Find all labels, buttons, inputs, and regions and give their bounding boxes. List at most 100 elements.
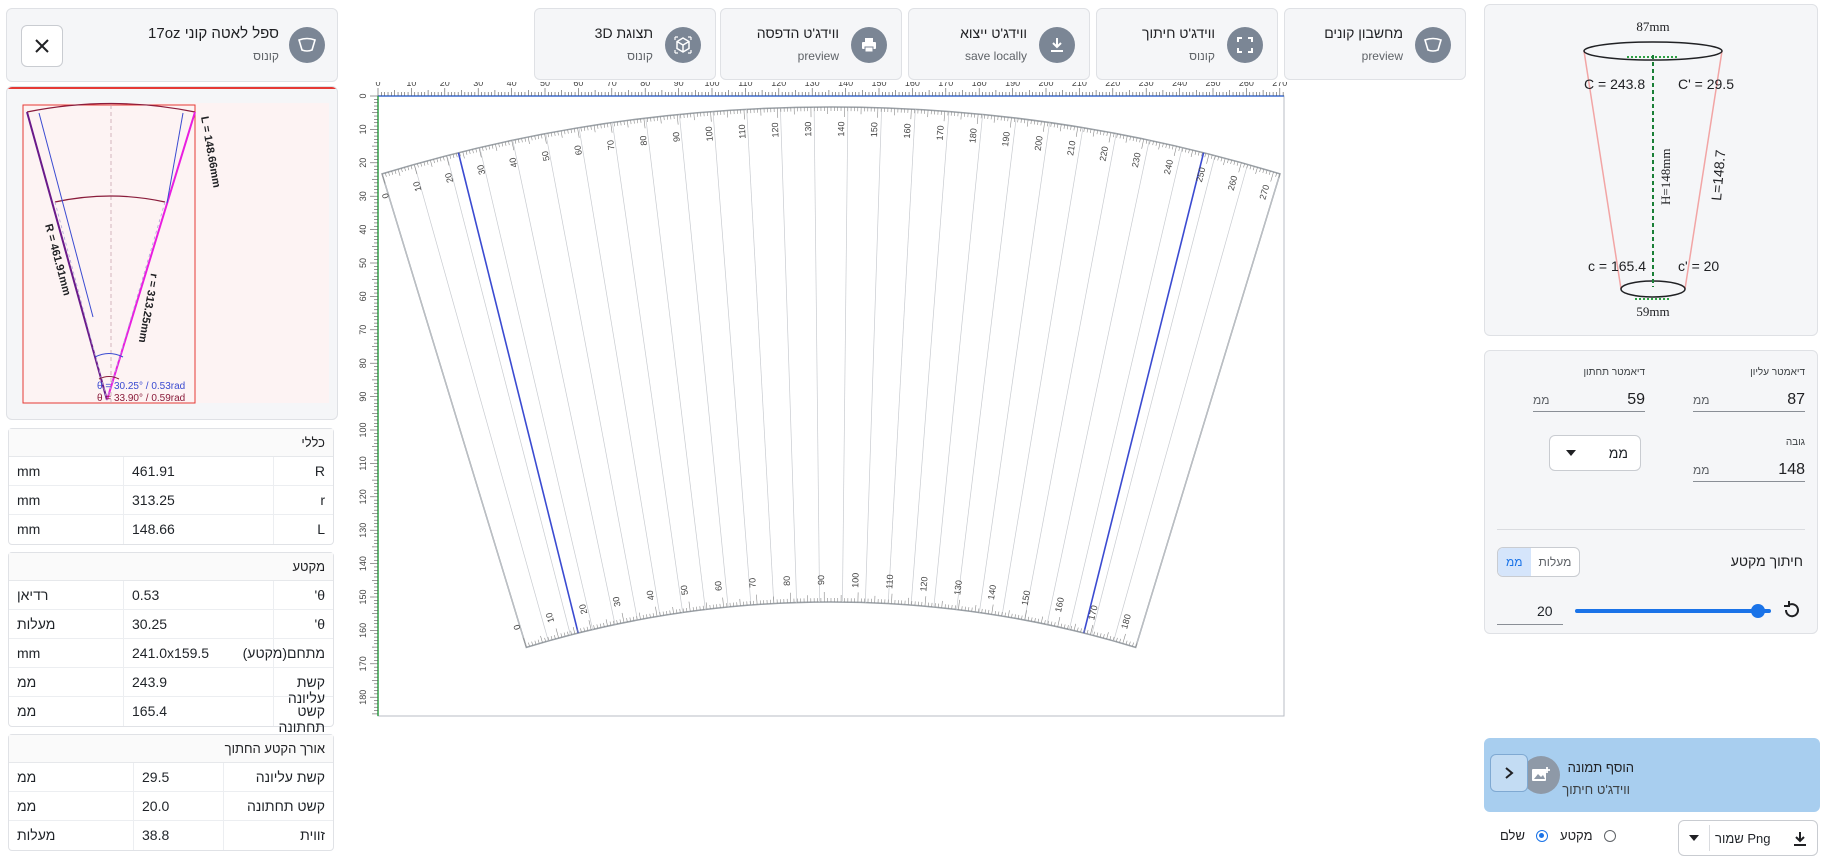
arc-label: 130 — [952, 580, 964, 596]
bottom-diameter-label: דיאמטר תחתון — [1583, 367, 1645, 378]
tab-title: ווידג'ט חיתוך — [1142, 25, 1215, 41]
table-cell-label: R — [273, 457, 333, 485]
main-workspace: מחשבון קונים preview ווידג'ט חיתוך קונוס… — [346, 0, 1472, 865]
tab-print-widget[interactable]: ווידג'ט הדפסה preview — [720, 8, 902, 80]
cone-icon — [1415, 27, 1451, 63]
tab-subtitle: קונוס — [627, 49, 653, 63]
section-table: מקטע θ' 0.53 רדיאן θ' 30.25 מעלות מתחם(מקטע) 24… — [8, 552, 334, 735]
height-field: גובה 148 ממ — [1693, 437, 1805, 482]
table-cell-label: קשת עליונה — [223, 763, 333, 791]
cut-slider-thumb[interactable] — [1751, 604, 1765, 618]
diagram-H: H=148mm — [1658, 149, 1673, 205]
add-image-subtitle: ווידג'ט חיתוך — [1562, 782, 1630, 797]
table-row: r 313.25 mm — [9, 486, 333, 515]
arc-label: 60 — [713, 580, 724, 591]
arc-label: 130 — [803, 122, 813, 137]
ruler-left-label: 180 — [358, 690, 368, 705]
tab-export-widget[interactable]: ווידג'ט ייצוא save locally — [908, 8, 1090, 80]
ruler-top-label: 70 — [607, 82, 617, 88]
tab-title: מחשבון קונים — [1324, 25, 1403, 41]
general-table: כללי R 461.91 mm r 313.25 mm L 148.66 mm — [8, 428, 334, 545]
bottom-diameter-input[interactable]: 59 ממ — [1533, 388, 1645, 412]
table-cell-unit: mm — [17, 463, 41, 479]
tab-title: ווידג'ט ייצוא — [960, 25, 1027, 41]
arc-label: 100 — [704, 126, 715, 142]
close-button[interactable] — [21, 25, 63, 67]
top-diameter-input[interactable]: 87 ממ — [1693, 388, 1805, 412]
table-cell-unit: mm — [17, 645, 41, 661]
save-png-button[interactable]: שמור Png — [1678, 820, 1818, 856]
ruler-top-label: 0 — [375, 82, 380, 88]
table-cell-unit: ממ — [17, 798, 37, 814]
table-row: θ' 0.53 רדיאן — [9, 581, 333, 610]
radio-section-label: מקטע — [1560, 828, 1593, 843]
arc-label: 80 — [638, 135, 649, 146]
tab-title: ווידג'ט הדפסה — [756, 25, 839, 41]
diagram-L: L=148.7 — [1708, 149, 1728, 201]
radio-full[interactable] — [1536, 830, 1548, 842]
cone-icon — [289, 27, 325, 63]
arc-label: 80 — [782, 576, 792, 586]
tab-cut-widget[interactable]: ווידג'ט חיתוך קונוס — [1096, 8, 1278, 80]
table-cell-value: 38.8 — [133, 821, 223, 850]
ruler-top-label: 10 — [406, 82, 416, 88]
table-cell-unit: ממ — [17, 769, 37, 785]
download-icon — [1794, 832, 1806, 846]
chevron-down-icon[interactable] — [1689, 835, 1699, 841]
radio-section[interactable] — [1604, 830, 1616, 842]
diagram-c: c = 165.4 — [1588, 258, 1646, 274]
table-cell-unit: רדיאן — [17, 587, 49, 603]
ruler-top-label: 260 — [1239, 82, 1254, 88]
table-cell-unit: מעלות — [17, 616, 56, 632]
arc-label: 90 — [816, 575, 826, 585]
add-image-title: הוסף תמונה — [1567, 760, 1634, 775]
table-row: זווית 38.8 מעלות — [9, 821, 333, 850]
ruler-left-label: 140 — [358, 556, 368, 571]
divider — [1497, 529, 1805, 530]
ruler-left-label: 80 — [358, 358, 368, 368]
table-cell-value: 313.25 — [123, 486, 273, 514]
cutting-canvas[interactable]: 0 10 20 30 40 50 60 70 80 90 100 110 120 130 140 150 160… — [350, 78, 1470, 842]
table-row: קשת עליונה 243.9 ממ — [9, 668, 333, 706]
tab-subtitle: preview — [797, 49, 839, 63]
ruler-top-label: 230 — [1139, 82, 1154, 88]
ruler-left-label: 0 — [358, 93, 368, 98]
table-cell-value: 243.9 — [123, 668, 273, 696]
cut-table: אורך הקטע החתוך קשת עליונה 29.5 ממ קשט תחתו… — [8, 734, 334, 851]
table-cell-value: 165.4 — [123, 697, 273, 726]
preview-label-theta2: θ = 33.90° / 0.59rad — [97, 393, 185, 404]
right-panel: 87mm 59mm C = 243.8 C' = 29.5 H=148mm L=… — [1484, 0, 1826, 865]
arc-label: 70 — [605, 139, 616, 150]
ruler-top-label: 60 — [573, 82, 583, 88]
arc-label: 180 — [967, 128, 978, 144]
arc-label: 150 — [869, 122, 879, 137]
ruler-top-label: 250 — [1205, 82, 1220, 88]
arc-label: 70 — [747, 578, 758, 589]
chevron-right-icon[interactable] — [1490, 754, 1528, 792]
table-cell-value: 241.0x159.5 — [123, 639, 273, 667]
tab-cone-calculator[interactable]: מחשבון קונים preview — [1284, 8, 1466, 80]
cut-unit-degrees[interactable]: מעלות — [1531, 548, 1580, 576]
cut-slider[interactable] — [1575, 604, 1771, 618]
arc-label: 170 — [935, 125, 946, 141]
ruler-left-label: 70 — [358, 325, 368, 335]
table-cell-unit: mm — [17, 521, 41, 537]
height-label: גובה — [1785, 437, 1805, 448]
cut-value-input[interactable]: 20 — [1497, 599, 1563, 625]
ruler-top-label: 80 — [640, 82, 650, 88]
ruler-top-label: 180 — [972, 82, 987, 88]
cutting-pattern-svg: 0 10 20 30 40 50 60 70 80 90 100 110 120 130 140 150 160… — [350, 78, 1470, 842]
height-input[interactable]: 148 ממ — [1693, 458, 1805, 482]
arc-label: 50 — [679, 584, 690, 595]
diagram-top-diameter: 87mm — [1636, 19, 1669, 34]
table-cell-unit: mm — [17, 492, 41, 508]
arc-label: 120 — [918, 576, 929, 592]
tab-3d-view[interactable]: תצוגת 3D קונוס — [534, 8, 716, 80]
add-image-card[interactable]: הוסף תמונה ווידג'ט חיתוך — [1484, 738, 1820, 812]
arc-label: 40 — [507, 157, 519, 169]
cut-unit-mm[interactable]: ממ — [1498, 548, 1531, 576]
table-cell-label: זווית — [223, 821, 333, 850]
reset-icon[interactable] — [1781, 599, 1803, 626]
unit-select[interactable]: ממ — [1549, 435, 1641, 471]
ruler-left-label: 10 — [358, 124, 368, 134]
